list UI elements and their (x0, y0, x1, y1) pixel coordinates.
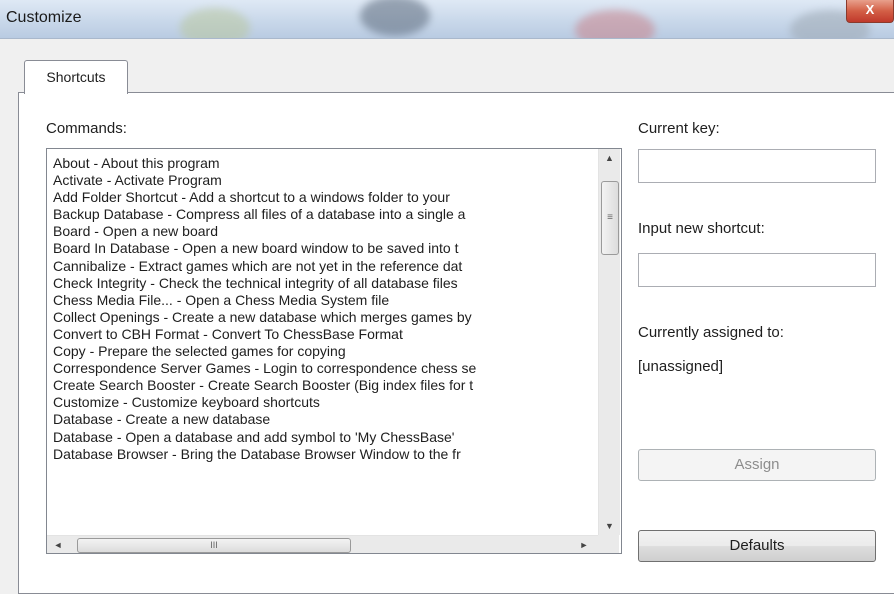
currently-assigned-value: [unassigned] (638, 358, 724, 375)
titlebar-decoration (575, 10, 655, 38)
titlebar-decoration (360, 0, 430, 36)
title-bar: Customize X (0, 0, 894, 39)
new-shortcut-label: Input new shortcut: (638, 220, 765, 237)
list-item[interactable]: Activate - Activate Program (53, 172, 595, 189)
list-item[interactable]: Check Integrity - Check the technical in… (53, 275, 595, 292)
commands-list[interactable]: About - About this program Activate - Act… (46, 148, 622, 554)
list-item[interactable]: Database - Open a database and add symbo… (53, 429, 595, 446)
currently-assigned-label: Currently assigned to: (638, 324, 784, 341)
assign-button[interactable]: Assign (638, 449, 876, 481)
close-button[interactable]: X (846, 0, 894, 23)
horizontal-scroll-thumb[interactable]: III (77, 538, 351, 553)
scroll-down-icon[interactable]: ▼ (599, 517, 620, 535)
current-key-field[interactable] (638, 149, 876, 183)
defaults-button[interactable]: Defaults (638, 530, 876, 562)
tab-shortcuts[interactable]: Shortcuts (24, 60, 128, 94)
commands-list-items: About - About this program Activate - Act… (53, 155, 595, 529)
list-item[interactable]: Database - Create a new database (53, 411, 595, 428)
list-item[interactable]: Collect Openings - Create a new database… (53, 309, 595, 326)
scroll-left-icon[interactable]: ◄ (49, 536, 67, 553)
list-item[interactable]: Add Folder Shortcut - Add a shortcut to … (53, 189, 595, 206)
list-item[interactable]: Chess Media File... - Open a Chess Media… (53, 292, 595, 309)
window-title: Customize (6, 9, 82, 26)
scrollbar-corner (598, 535, 619, 553)
current-key-label: Current key: (638, 120, 720, 137)
scroll-right-icon[interactable]: ► (575, 536, 593, 553)
list-item[interactable]: Board In Database - Open a new board win… (53, 240, 595, 257)
list-item[interactable]: Customize - Customize keyboard shortcuts (53, 394, 595, 411)
commands-label: Commands: (46, 120, 127, 137)
vertical-scrollbar[interactable]: ▲ ≡ ▼ (598, 149, 620, 535)
list-item[interactable]: Correspondence Server Games - Login to c… (53, 360, 595, 377)
vertical-scroll-thumb[interactable]: ≡ (601, 181, 619, 255)
list-item[interactable]: Create Search Booster - Create Search Bo… (53, 377, 595, 394)
list-item[interactable]: Board - Open a new board (53, 223, 595, 240)
list-item[interactable]: About - About this program (53, 155, 595, 172)
list-item[interactable]: Database Browser - Bring the Database Br… (53, 446, 595, 463)
horizontal-scrollbar[interactable]: ◄ III ► (47, 535, 598, 553)
new-shortcut-field[interactable] (638, 253, 876, 287)
list-item[interactable]: Backup Database - Compress all files of … (53, 206, 595, 223)
list-item[interactable]: Cannibalize - Extract games which are no… (53, 258, 595, 275)
titlebar-decoration (180, 8, 250, 38)
list-item[interactable]: Copy - Prepare the selected games for co… (53, 343, 595, 360)
list-item[interactable]: Convert to CBH Format - Convert To Chess… (53, 326, 595, 343)
scroll-up-icon[interactable]: ▲ (599, 149, 620, 167)
